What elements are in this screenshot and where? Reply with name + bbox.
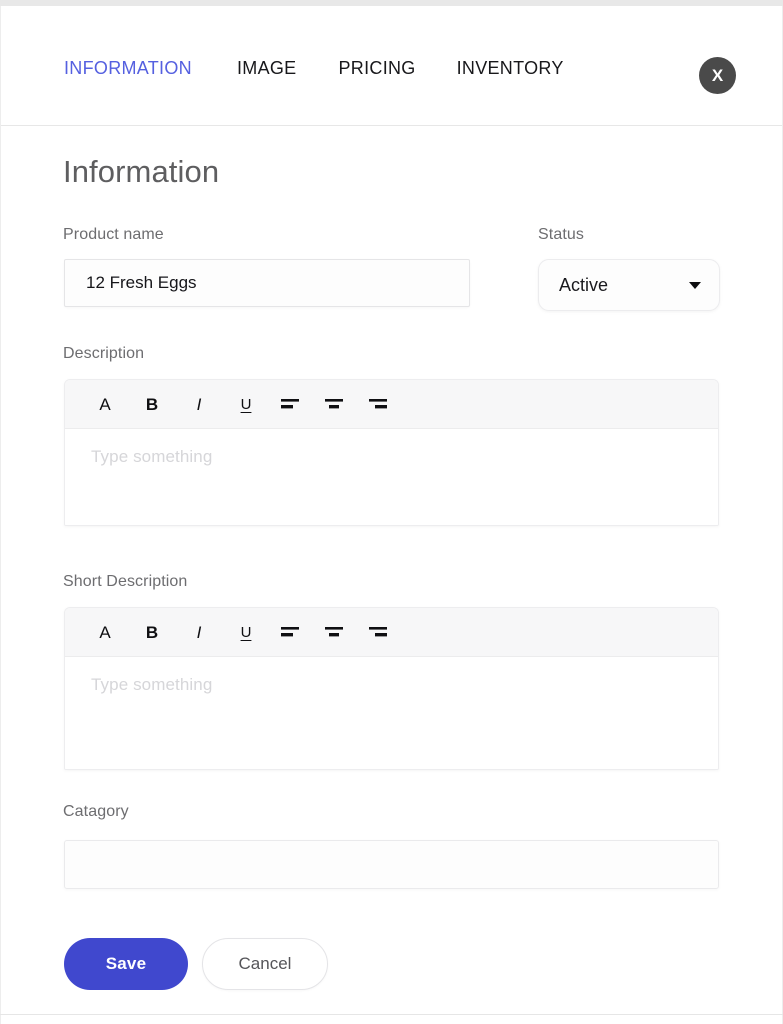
close-icon: X	[711, 66, 724, 85]
cancel-button[interactable]: Cancel	[202, 938, 328, 990]
description-label: Description	[63, 345, 145, 362]
tab-inventory[interactable]: INVENTORY	[457, 58, 564, 79]
font-color-icon[interactable]: A	[93, 391, 117, 417]
save-button[interactable]: Save	[64, 938, 188, 990]
description-placeholder: Type something	[91, 447, 213, 466]
align-right-icon[interactable]	[366, 391, 390, 417]
underline-icon[interactable]: U	[234, 391, 258, 417]
catagory-label: Catagory	[63, 803, 129, 820]
product-name-input[interactable]	[64, 259, 470, 307]
tab-information[interactable]: INFORMATION	[64, 58, 192, 79]
align-center-icon[interactable]	[322, 619, 346, 645]
align-left-icon[interactable]	[278, 391, 302, 417]
status-select[interactable]: Active	[538, 259, 720, 311]
catagory-input[interactable]	[64, 840, 719, 889]
font-color-icon[interactable]: A	[93, 619, 117, 645]
short-description-editor-toolbar: A B I U	[65, 608, 718, 657]
tab-list: INFORMATION IMAGE PRICING INVENTORY	[64, 58, 564, 79]
underline-icon[interactable]: U	[234, 619, 258, 645]
align-right-icon[interactable]	[366, 619, 390, 645]
tab-pricing[interactable]: PRICING	[338, 58, 415, 79]
short-description-placeholder: Type something	[91, 675, 213, 694]
align-center-icon[interactable]	[322, 391, 346, 417]
short-description-label: Short Description	[63, 573, 188, 590]
page-title: Information	[63, 154, 220, 189]
italic-icon[interactable]: I	[187, 391, 211, 417]
close-button[interactable]: X	[699, 57, 736, 94]
status-selected-value: Active	[559, 274, 609, 295]
bold-icon[interactable]: B	[140, 619, 164, 645]
align-left-icon[interactable]	[278, 619, 302, 645]
description-editor-toolbar: A B I U	[65, 380, 718, 429]
product-name-label: Product name	[63, 226, 164, 243]
italic-icon[interactable]: I	[187, 619, 211, 645]
status-label: Status	[538, 226, 584, 243]
description-input[interactable]: Type something	[65, 429, 718, 525]
product-edit-modal: INFORMATION IMAGE PRICING INVENTORY X In…	[0, 0, 783, 1024]
chevron-down-icon	[689, 281, 701, 289]
form-body: Information Product name Status Active D…	[1, 126, 782, 1014]
tab-image[interactable]: IMAGE	[237, 58, 297, 79]
tab-bar: INFORMATION IMAGE PRICING INVENTORY X	[1, 6, 782, 128]
short-description-editor: A B I U Type something	[64, 607, 719, 770]
short-description-input[interactable]: Type something	[65, 657, 718, 769]
page-bottom-border	[0, 1014, 783, 1015]
bold-icon[interactable]: B	[140, 391, 164, 417]
description-editor: A B I U Type something	[64, 379, 719, 526]
